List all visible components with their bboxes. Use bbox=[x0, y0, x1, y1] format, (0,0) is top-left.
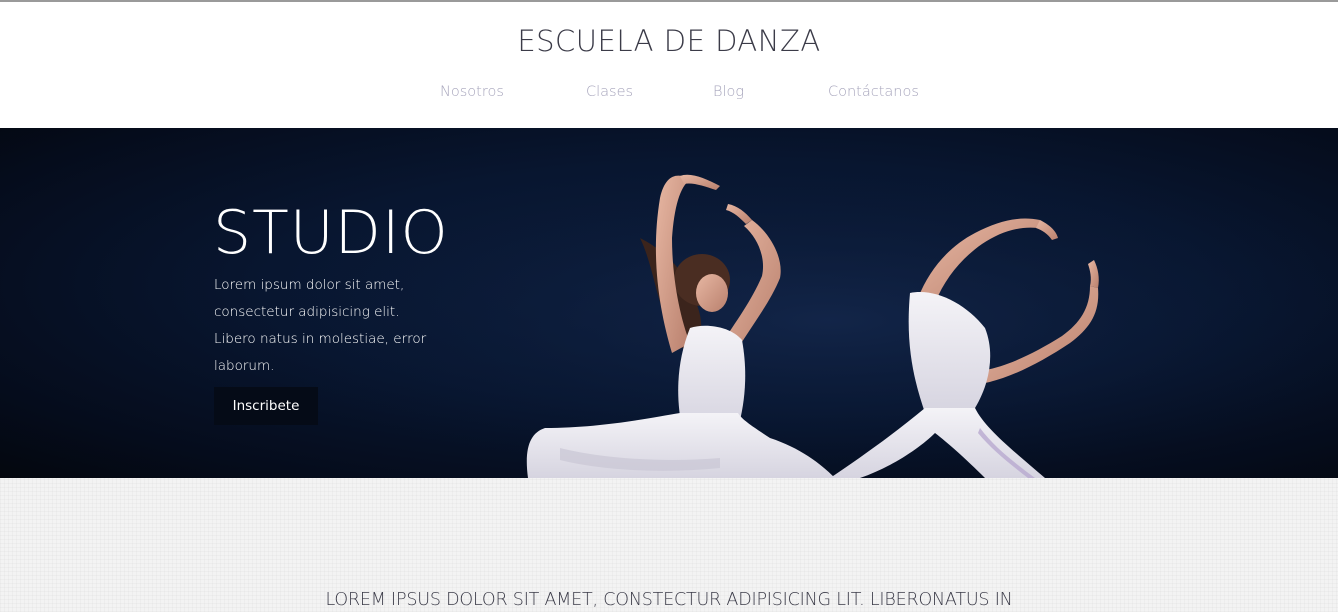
nav-link-nosotros[interactable]: Nosotros bbox=[440, 84, 504, 100]
site-header: ESCUELA DE DANZA Nosotros Clases Blog Co… bbox=[0, 2, 1338, 128]
enroll-button[interactable]: Inscribete bbox=[214, 387, 318, 425]
hero-description: Lorem ipsum dolor sit amet, consectetur … bbox=[214, 277, 427, 374]
intro-section: LOREM IPSUS DOLOR SIT AMET, CONSTECTUR A… bbox=[0, 478, 1338, 612]
hero-title: STUDIO bbox=[213, 198, 449, 268]
nav-link-contactanos[interactable]: Contáctanos bbox=[828, 84, 919, 100]
main-nav: Nosotros Clases Blog Contáctanos bbox=[0, 84, 1338, 106]
hero-banner: STUDIO Lorem ipsum dolor sit amet, conse… bbox=[0, 128, 1338, 478]
nav-link-clases[interactable]: Clases bbox=[586, 84, 633, 100]
site-title[interactable]: ESCUELA DE DANZA bbox=[0, 24, 1338, 58]
nav-link-blog[interactable]: Blog bbox=[713, 84, 744, 100]
page: ESCUELA DE DANZA Nosotros Clases Blog Co… bbox=[0, 0, 1338, 612]
intro-heading: LOREM IPSUS DOLOR SIT AMET, CONSTECTUR A… bbox=[325, 590, 1013, 610]
dancers-photo bbox=[0, 128, 1338, 478]
